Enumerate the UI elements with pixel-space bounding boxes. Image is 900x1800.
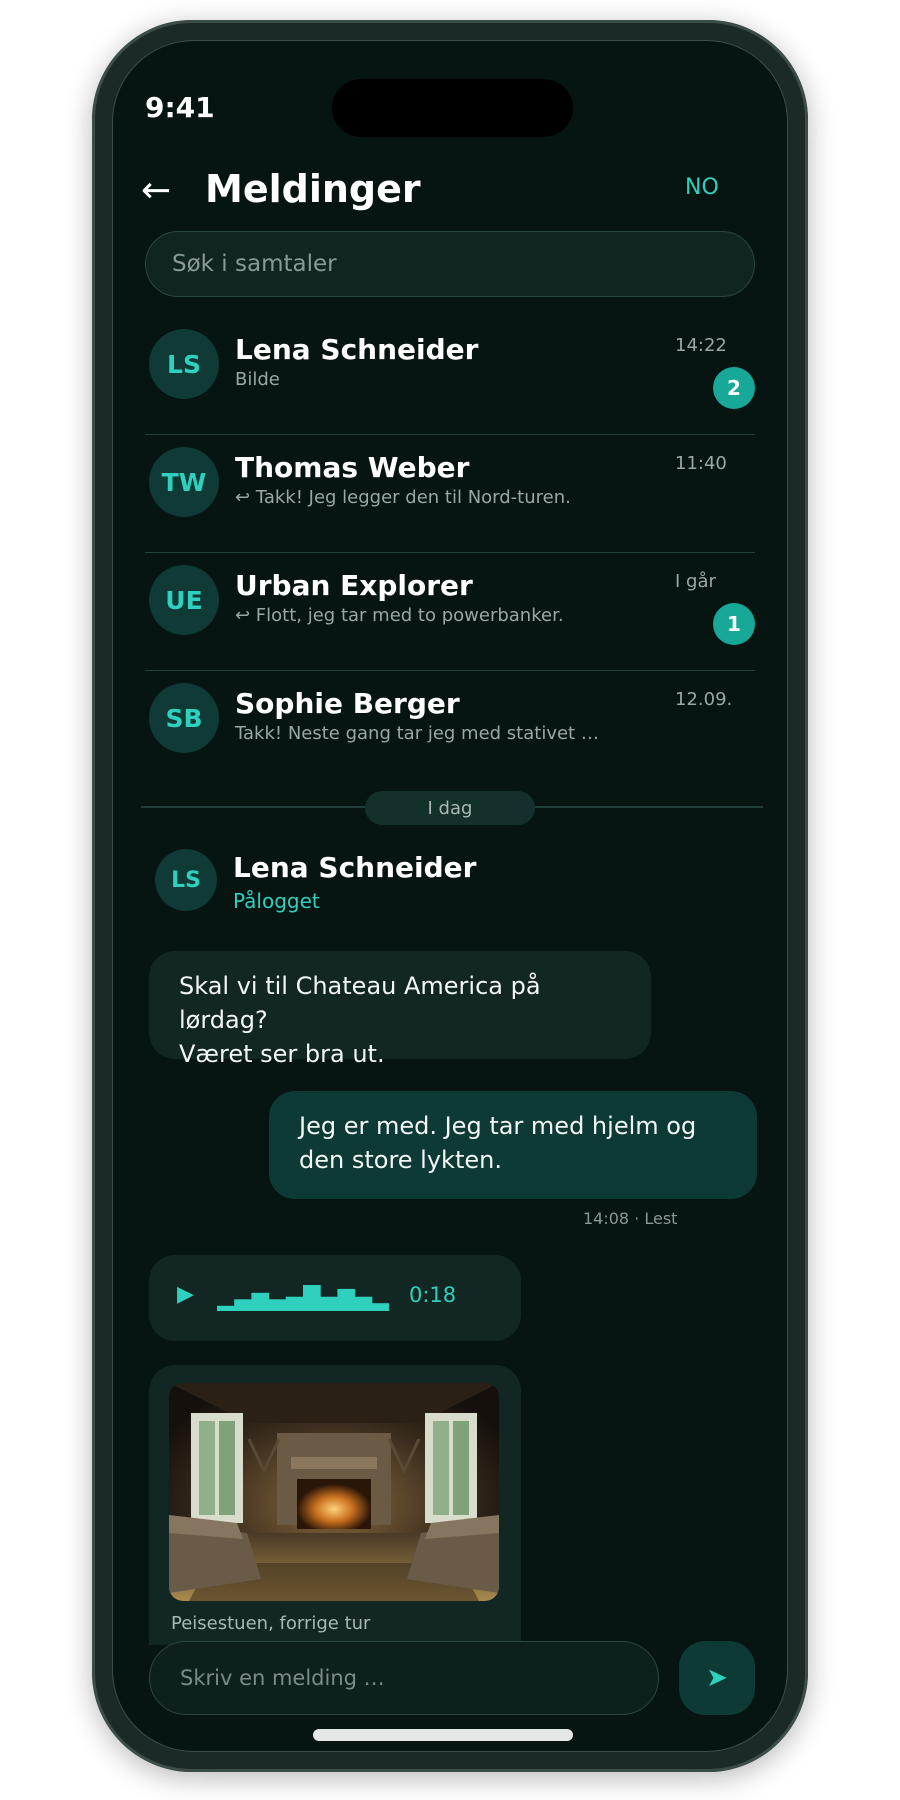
voice-duration: 0:18 bbox=[409, 1283, 457, 1307]
message-line: Jeg er med. Jeg tar med hjelm og bbox=[299, 1112, 697, 1140]
back-arrow-icon[interactable]: ← bbox=[141, 169, 171, 213]
conversation-item[interactable]: LS Lena Schneider Bilde 14:22 2 bbox=[145, 317, 755, 435]
day-divider-label: I dag bbox=[365, 791, 535, 825]
screen: 9:41 ← Meldinger NO Søk i samtaler LS Le… bbox=[112, 40, 788, 1752]
conversation-name: Thomas Weber bbox=[235, 451, 470, 484]
conversation-preview: Takk! Neste gang tar jeg med stativet … bbox=[235, 723, 599, 744]
conversation-item[interactable]: UE Urban Explorer ↩ Flott, jeg tar med t… bbox=[145, 553, 755, 671]
online-status: Pålogget bbox=[233, 889, 320, 913]
conversation-preview: ↩ Flott, jeg tar med to powerbanker. bbox=[235, 605, 564, 626]
conversation-preview: ↩ Takk! Jeg legger den til Nord-turen. bbox=[235, 487, 571, 508]
conversation-name: Lena Schneider bbox=[235, 333, 479, 366]
chat-contact-name[interactable]: Lena Schneider bbox=[233, 851, 476, 884]
dynamic-island bbox=[332, 79, 573, 137]
message-line: den store lykten. bbox=[299, 1146, 502, 1174]
image-caption: Peisestuen, forrige tur bbox=[171, 1613, 371, 1634]
send-button[interactable]: ➤ bbox=[679, 1641, 755, 1715]
message-meta: 14:08 · Lest bbox=[583, 1209, 678, 1228]
unread-badge: 1 bbox=[713, 603, 755, 645]
play-icon[interactable]: ▶ bbox=[177, 1282, 194, 1307]
page-title: Meldinger bbox=[205, 167, 421, 211]
unread-badge: 2 bbox=[713, 367, 755, 409]
home-indicator[interactable] bbox=[313, 1729, 573, 1741]
conversation-time: 12.09. bbox=[675, 689, 733, 710]
avatar: SB bbox=[149, 683, 219, 753]
send-icon: ➤ bbox=[706, 1663, 728, 1693]
conversation-preview: Bilde bbox=[235, 369, 280, 390]
fireplace-room-photo[interactable] bbox=[169, 1383, 499, 1601]
voice-message[interactable]: ▶ 0:18 bbox=[149, 1255, 521, 1341]
search-input[interactable]: Søk i samtaler bbox=[145, 231, 755, 297]
waveform-bar bbox=[285, 1296, 304, 1311]
message-input[interactable]: Skriv en melding … bbox=[149, 1641, 659, 1715]
waveform-bar bbox=[320, 1296, 338, 1311]
avatar: LS bbox=[149, 329, 219, 399]
avatar: UE bbox=[149, 565, 219, 635]
waveform-bar bbox=[217, 1305, 235, 1311]
waveform bbox=[217, 1285, 389, 1311]
chat-avatar[interactable]: LS bbox=[155, 849, 217, 911]
waveform-bar bbox=[303, 1285, 321, 1311]
waveform-bar bbox=[268, 1299, 287, 1311]
conversation-time: 14:22 bbox=[675, 335, 727, 356]
incoming-message[interactable]: Skal vi til Chateau America på lørdag? V… bbox=[149, 951, 651, 1068]
avatar: TW bbox=[149, 447, 219, 517]
message-line: Skal vi til Chateau America på lørdag? bbox=[179, 972, 541, 1034]
waveform-bar bbox=[354, 1296, 373, 1311]
conversation-item[interactable]: SB Sophie Berger Takk! Neste gang tar je… bbox=[145, 671, 755, 789]
outgoing-message[interactable]: Jeg er med. Jeg tar med hjelm og den sto… bbox=[269, 1091, 757, 1199]
waveform-bar bbox=[251, 1292, 270, 1311]
conversation-item[interactable]: TW Thomas Weber ↩ Takk! Jeg legger den t… bbox=[145, 435, 755, 553]
waveform-bar bbox=[337, 1288, 356, 1311]
message-input-placeholder: Skriv en melding … bbox=[180, 1666, 385, 1690]
status-time: 9:41 bbox=[145, 91, 215, 124]
conversation-time: I går bbox=[675, 571, 716, 592]
conversation-name: Sophie Berger bbox=[235, 687, 460, 720]
search-placeholder: Søk i samtaler bbox=[172, 251, 337, 277]
waveform-bar bbox=[234, 1299, 252, 1311]
conversation-time: 11:40 bbox=[675, 453, 727, 474]
waveform-bar bbox=[371, 1303, 389, 1311]
image-message[interactable]: Peisestuen, forrige tur bbox=[149, 1365, 521, 1645]
language-switch[interactable]: NO bbox=[685, 175, 719, 200]
message-line: Været ser bra ut. bbox=[179, 1040, 385, 1068]
phone-frame: 9:41 ← Meldinger NO Søk i samtaler LS Le… bbox=[92, 20, 808, 1772]
conversation-name: Urban Explorer bbox=[235, 569, 473, 602]
